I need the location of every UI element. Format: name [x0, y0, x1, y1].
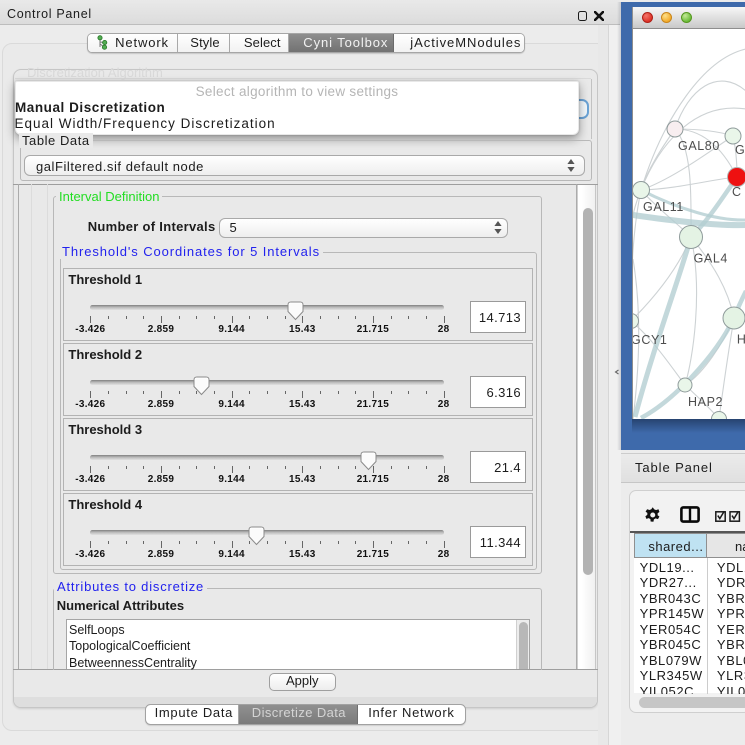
svg-text:H: H	[737, 333, 745, 347]
svg-text:G: G	[735, 143, 745, 157]
svg-text:C: C	[732, 185, 742, 199]
svg-text:HAP2: HAP2	[688, 395, 723, 409]
svg-text:GAL11: GAL11	[643, 200, 684, 214]
svg-text:GAL80: GAL80	[678, 139, 720, 153]
svg-text:GCY1: GCY1	[633, 333, 667, 347]
svg-text:GAL4: GAL4	[694, 252, 728, 266]
